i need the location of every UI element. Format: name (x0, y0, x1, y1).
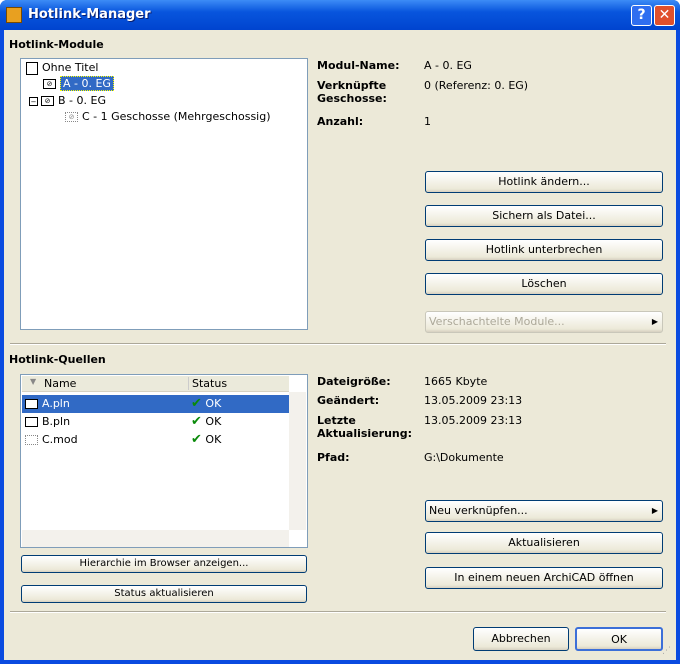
archicad-app-icon (6, 7, 22, 23)
count-value: 1 (424, 115, 431, 128)
refresh-status-button[interactable]: Status aktualisieren (21, 585, 307, 603)
collapse-icon[interactable]: − (29, 96, 38, 106)
column-status[interactable]: Status (188, 377, 227, 390)
window-title: Hotlink-Manager (28, 7, 151, 22)
dialog-window: Hotlink-Manager ? ✕ Hotlink-Module Ohne … (0, 0, 680, 664)
path-label: Pfad: (317, 451, 350, 464)
open-in-new-archicad-button[interactable]: In einem neuen ArchiCAD öffnen (425, 567, 663, 589)
resize-grip-icon[interactable]: ⋰ (662, 646, 671, 656)
ok-button[interactable]: OK (575, 627, 663, 651)
list-header: ▼ Name Status (22, 376, 289, 392)
check-icon: ✔ (191, 396, 202, 411)
module-tree[interactable]: Ohne Titel ⊘ A - 0. EG − ⊘ B - 0. EG ⊘ C - 1… (20, 58, 308, 330)
submenu-arrow-icon: ▶ (651, 506, 658, 515)
file-icon (25, 417, 38, 427)
module-icon: ⊘ (43, 79, 56, 89)
tree-item-b[interactable]: − ⊘ B - 0. EG (29, 94, 106, 107)
module-icon: ⊘ (41, 96, 54, 106)
relink-dropdown-button[interactable]: Neu verknüpfen... ▶ (425, 500, 663, 522)
project-icon (26, 61, 38, 75)
count-label: Anzahl: (317, 115, 364, 128)
module-name-value: A - 0. EG (424, 59, 472, 72)
cancel-button[interactable]: Abbrechen (473, 627, 569, 651)
title-bar[interactable]: Hotlink-Manager ? ✕ (0, 0, 680, 30)
module-file-icon (25, 435, 38, 445)
horizontal-scrollbar[interactable] (22, 530, 289, 547)
list-row[interactable]: B.pln ✔ OK (22, 413, 289, 431)
size-label: Dateigröße: (317, 375, 391, 388)
change-hotlink-button[interactable]: Hotlink ändern... (425, 171, 663, 193)
sources-heading: Hotlink-Quellen (9, 353, 106, 366)
nested-module-icon: ⊘ (65, 112, 78, 122)
update-button[interactable]: Aktualisieren (425, 532, 663, 554)
list-row[interactable]: C.mod ✔ OK (22, 431, 289, 449)
changed-value: 13.05.2009 23:13 (424, 394, 523, 407)
file-icon (25, 399, 38, 409)
save-as-file-button[interactable]: Sichern als Datei... (425, 205, 663, 227)
stories-label: Verknüpfte Geschosse: (317, 79, 387, 105)
tree-item-a[interactable]: ⊘ A - 0. EG (43, 76, 114, 91)
updated-label: Letzte Aktualisierung: (317, 414, 413, 440)
dialog-body: Hotlink-Module Ohne Titel ⊘ A - 0. EG − ⊘ B… (4, 30, 676, 660)
tree-item-c[interactable]: ⊘ C - 1 Geschosse (Mehrgeschossig) (65, 110, 271, 123)
updated-value: 13.05.2009 23:13 (424, 414, 523, 427)
show-hierarchy-button[interactable]: Hierarchie im Browser anzeigen... (21, 555, 307, 573)
path-value: G:\Dokumente (424, 451, 504, 464)
delete-button[interactable]: Löschen (425, 273, 663, 295)
size-value: 1665 Kbyte (424, 375, 488, 388)
close-button[interactable]: ✕ (654, 5, 675, 26)
break-hotlink-button[interactable]: Hotlink unterbrechen (425, 239, 663, 261)
check-icon: ✔ (191, 432, 202, 447)
sources-list[interactable]: ▼ Name Status A.pln ✔ OK B.pln ✔ OK C.mod ✔… (20, 374, 308, 548)
list-row[interactable]: A.pln ✔ OK (22, 395, 289, 413)
changed-label: Geändert: (317, 394, 380, 407)
submenu-arrow-icon: ▶ (651, 317, 658, 326)
help-button[interactable]: ? (631, 5, 652, 26)
modules-heading: Hotlink-Module (9, 38, 104, 51)
nested-modules-dropdown: Verschachtelte Module... ▶ (425, 311, 663, 333)
check-icon: ✔ (191, 414, 202, 429)
stories-value: 0 (Referenz: 0. EG) (424, 79, 529, 92)
vertical-scrollbar[interactable] (289, 392, 306, 530)
sort-arrow-icon: ▼ (30, 377, 37, 386)
column-name[interactable]: Name (44, 377, 76, 390)
tree-item-root[interactable]: Ohne Titel (26, 61, 98, 75)
module-name-label: Modul-Name: (317, 59, 400, 72)
separator (10, 611, 666, 613)
separator (10, 343, 666, 345)
